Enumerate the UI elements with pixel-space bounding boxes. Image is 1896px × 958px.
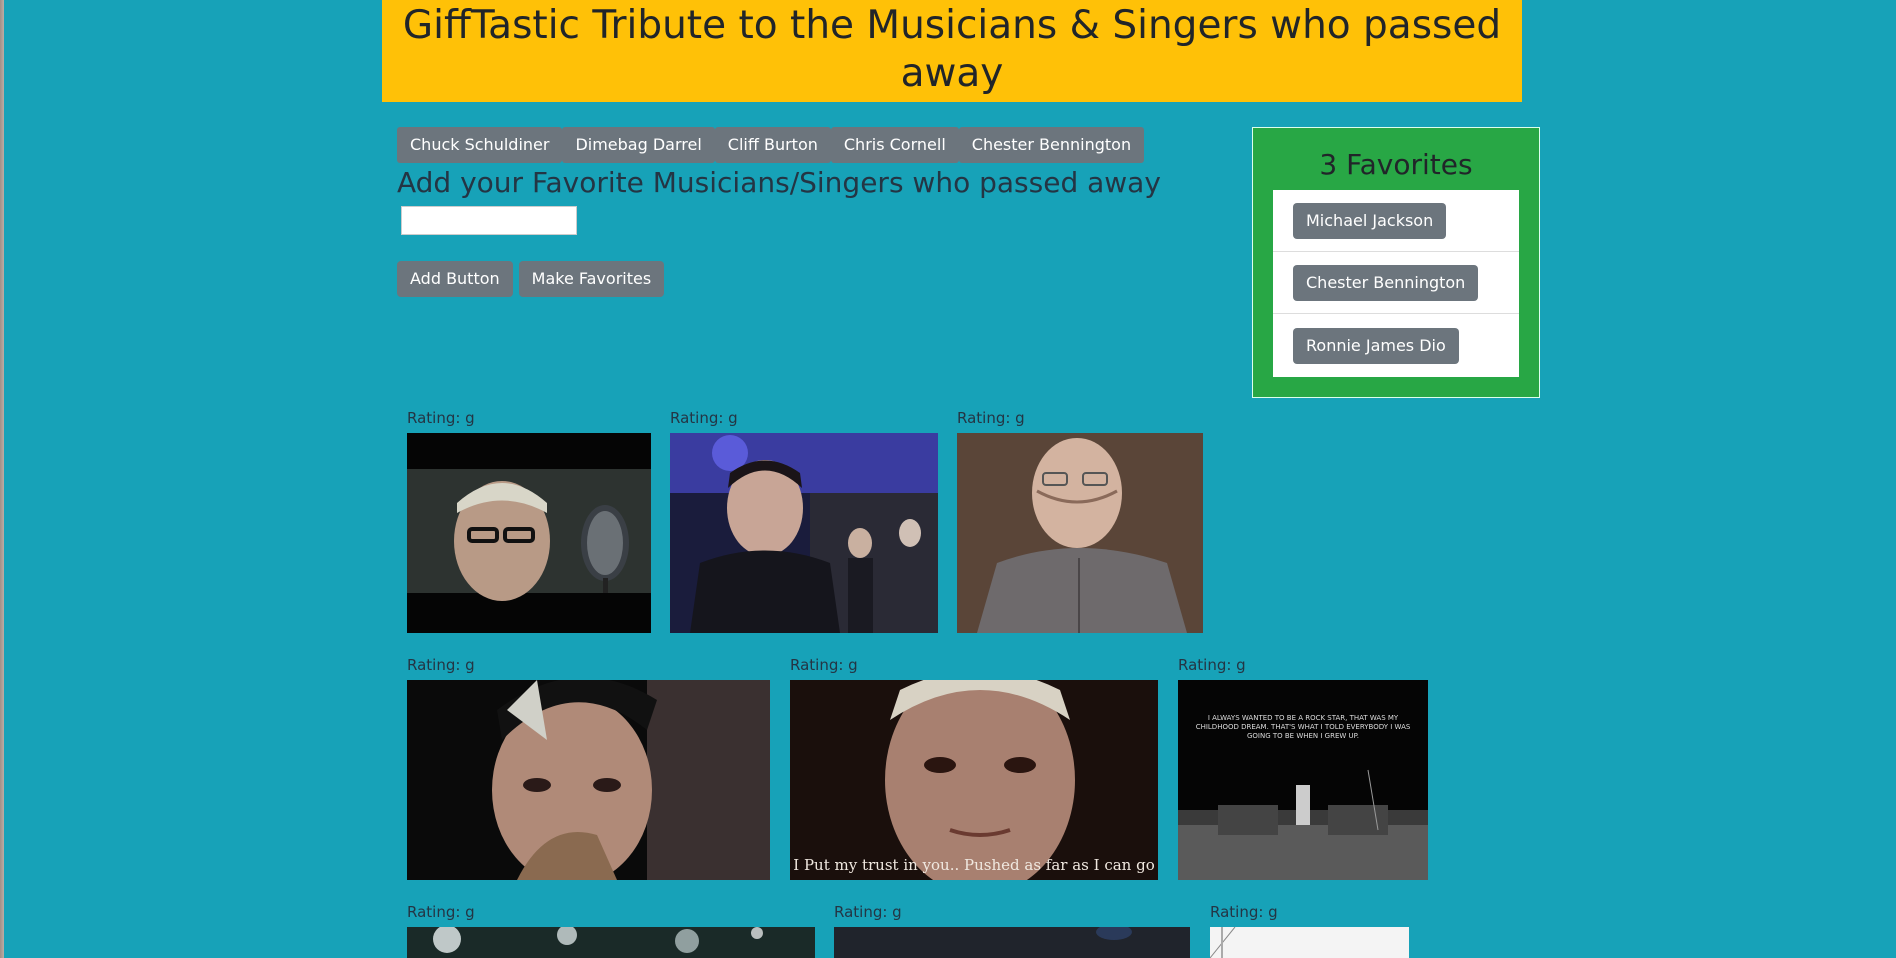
gif-image[interactable] [1210,927,1409,958]
gif-rating: Rating: g [957,409,1025,427]
musician-name-input[interactable] [401,206,577,235]
make-favorites-button[interactable]: Make Favorites [518,261,665,297]
gif-rating: Rating: g [407,656,475,674]
gif-rating: Rating: g [1210,903,1278,921]
gif-image[interactable] [407,680,770,880]
favorites-title: 3 Favorites [1319,148,1473,181]
gif-rating: Rating: g [407,903,475,921]
gif-image[interactable] [957,433,1203,633]
gif-image[interactable]: I Put my trust in you.. Pushed as far as… [790,680,1158,880]
gif-image[interactable] [834,927,1190,958]
gif-card: Rating: g [1210,903,1409,958]
gif-caption: I always wanted to be a rock star, that … [1195,714,1411,740]
gif-image[interactable] [670,433,938,633]
favorite-button-ronnie-james-dio[interactable]: Ronnie James Dio [1293,327,1459,364]
gif-card: Rating: g I Put my trust in you.. Pushed… [790,656,1158,880]
musician-button-dimebag-darrel[interactable]: Dimebag Darrel [562,127,715,163]
gif-card: Rating: g I always wanted to be a rock s… [1178,656,1428,880]
gif-card: Rating: g [670,409,938,633]
gif-rating: Rating: g [790,656,858,674]
musician-button-cliff-burton[interactable]: Cliff Burton [714,127,831,163]
favorites-list: Michael Jackson Chester Bennington Ronni… [1273,190,1519,377]
gif-rating: Rating: g [670,409,738,427]
favorites-list-item: Michael Jackson [1273,190,1519,252]
page-title: GiffTastic Tribute to the Musicians & Si… [402,3,1502,96]
gif-rating: Rating: g [834,903,902,921]
favorite-button-michael-jackson[interactable]: Michael Jackson [1293,202,1447,239]
gif-image[interactable] [407,927,815,958]
gif-caption: I Put my trust in you.. Pushed as far as… [793,856,1154,874]
gif-image[interactable] [407,433,651,633]
musician-button-bar: Chuck Schuldiner Dimebag Darrel Cliff Bu… [397,127,1145,163]
gif-card: Rating: g [407,656,770,880]
gif-image[interactable]: I always wanted to be a rock star, that … [1178,680,1428,880]
action-button-bar: Add Button Make Favorites [397,261,665,297]
favorites-list-item: Ronnie James Dio [1273,314,1519,377]
gif-rating: Rating: g [407,409,475,427]
add-button[interactable]: Add Button [397,261,513,297]
add-musician-heading: Add your Favorite Musicians/Singers who … [397,166,1161,199]
musician-button-chris-cornell[interactable]: Chris Cornell [830,127,959,163]
window-edge [0,0,4,958]
gif-card: Rating: g [407,409,651,633]
page-header: GiffTastic Tribute to the Musicians & Si… [382,0,1522,102]
gif-rating: Rating: g [1178,656,1246,674]
musician-button-chuck-schuldiner[interactable]: Chuck Schuldiner [397,127,563,163]
gif-card: Rating: g [834,903,1190,958]
favorite-button-chester-bennington[interactable]: Chester Bennington [1293,264,1479,301]
favorites-list-item: Chester Bennington [1273,252,1519,314]
favorites-panel: 3 Favorites Michael Jackson Chester Benn… [1252,127,1540,398]
gif-card: Rating: g [407,903,815,958]
gif-card: Rating: g [957,409,1203,633]
musician-button-chester-bennington[interactable]: Chester Bennington [958,127,1145,163]
